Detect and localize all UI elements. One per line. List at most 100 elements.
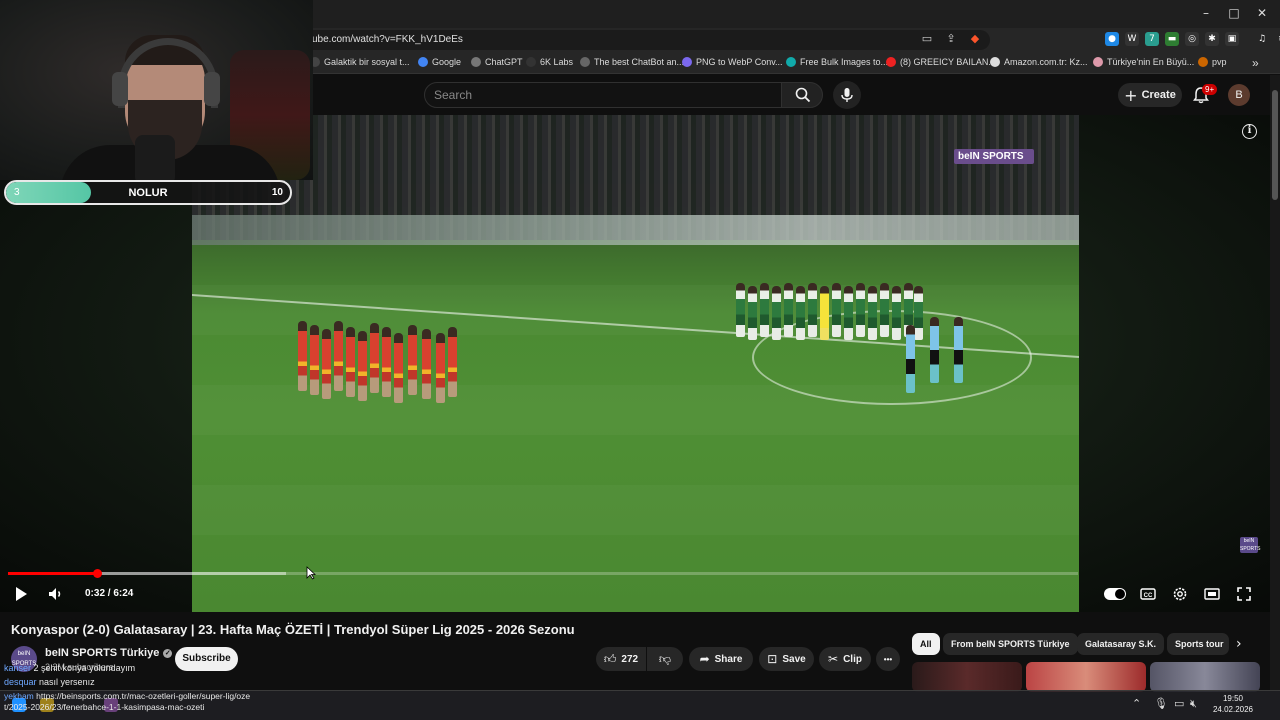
- bookmark-item[interactable]: Google: [418, 57, 461, 67]
- browser-menu-icon[interactable]: ≡: [1275, 32, 1280, 46]
- clip-label: Clip: [843, 653, 862, 665]
- bookmark-item[interactable]: Galaktik bir sosyal t...: [310, 57, 410, 67]
- referee-figure: [906, 325, 915, 393]
- channel-watermark[interactable]: beIN SPORTS: [1240, 537, 1260, 553]
- scrollbar-thumb[interactable]: [1272, 90, 1278, 200]
- bookmark-favicon-icon: [580, 57, 590, 67]
- progress-played: [8, 572, 97, 575]
- player-figure: [880, 283, 889, 337]
- bookmark-label: Galaktik bir sosyal t...: [324, 57, 410, 67]
- player-figure: [832, 283, 841, 337]
- bookmark-item[interactable]: The best ChatBot an...: [580, 57, 684, 67]
- more-actions-button[interactable]: •••: [876, 647, 900, 671]
- bookmark-item[interactable]: Amazon.com.tr: Kz...: [990, 57, 1088, 67]
- screen: { "browser": { "url": "ube.com/watch?v=F…: [0, 0, 1280, 720]
- extension-icon[interactable]: 7: [1145, 32, 1159, 46]
- player-figure: [334, 321, 343, 391]
- bookmark-label: Amazon.com.tr: Kz...: [1004, 57, 1088, 67]
- close-window-button[interactable]: ✕: [1252, 6, 1272, 22]
- progress-scrubber-handle[interactable]: [92, 569, 102, 578]
- maximize-button[interactable]: □: [1224, 6, 1244, 22]
- referee-figure: [954, 317, 963, 383]
- bookmark-item[interactable]: PNG to WebP Conv...: [682, 57, 783, 67]
- settings-gear-icon[interactable]: [1171, 585, 1189, 603]
- recommended-video-thumbnail[interactable]: [1150, 662, 1260, 692]
- play-icon[interactable]: [12, 585, 30, 603]
- search-input[interactable]: [424, 82, 782, 108]
- chip-from-channel[interactable]: From beIN SPORTS Türkiye: [943, 633, 1078, 655]
- player-figure: [736, 283, 745, 337]
- bookmark-item[interactable]: (8) GREEICY BAILAN...: [886, 57, 996, 67]
- media-icon[interactable]: ♫: [1255, 32, 1269, 46]
- tray-chevron-up-icon[interactable]: ⌃: [1132, 697, 1141, 710]
- taskbar-clock[interactable]: 19:50 24.02.2026: [1212, 693, 1254, 715]
- bookmark-label: Free Bulk Images to...: [800, 57, 889, 67]
- bookmark-item[interactable]: 6K Labs: [526, 57, 573, 67]
- headphone-cup: [204, 72, 220, 106]
- thumbs-up-icon: 👍︎: [603, 651, 617, 666]
- tray-network-icon[interactable]: ▭: [1174, 697, 1184, 710]
- bookmark-item[interactable]: ChatGPT: [471, 57, 523, 67]
- extension-icon[interactable]: ●: [1105, 32, 1119, 46]
- extension-icon[interactable]: ◎: [1185, 32, 1199, 46]
- cast-icon[interactable]: ▭: [920, 32, 934, 46]
- player-figure: [382, 327, 391, 397]
- recommended-video-thumbnail[interactable]: [912, 662, 1022, 692]
- minimize-button[interactable]: –: [1196, 6, 1216, 22]
- like-button[interactable]: 👍︎ 272: [596, 647, 646, 671]
- bookmark-label: PNG to WebP Conv...: [696, 57, 783, 67]
- search-button[interactable]: [781, 82, 823, 108]
- autoplay-toggle[interactable]: [1104, 588, 1126, 600]
- channel-name-text: beIN SPORTS Türkiye: [45, 647, 160, 659]
- bookmark-favicon-icon: [418, 57, 428, 67]
- tray-mic-icon[interactable]: 🎙︎: [1154, 697, 1168, 710]
- info-icon[interactable]: i: [1242, 124, 1257, 139]
- chip-sports-tour[interactable]: Sports tour: [1167, 633, 1229, 655]
- chat-text: https://beinsports.com.tr/mac-ozetleri-g…: [4, 691, 251, 712]
- address-bar-url[interactable]: ube.com/watch?v=FKK_hV1DeEs: [312, 34, 463, 45]
- notification-count-badge: 9+: [1202, 84, 1218, 95]
- sidebar-icon[interactable]: ▣: [1225, 32, 1239, 46]
- volume-icon[interactable]: [46, 585, 64, 603]
- bookmarks-overflow-icon[interactable]: »: [1252, 56, 1259, 70]
- player-figure: [346, 327, 355, 397]
- fullscreen-icon[interactable]: [1235, 585, 1253, 603]
- theater-mode-icon[interactable]: [1203, 585, 1221, 603]
- verified-icon: ✓: [163, 648, 173, 658]
- share-page-icon[interactable]: ⇪: [944, 32, 958, 46]
- video-title: Konyaspor (2-0) Galatasaray | 23. Hafta …: [11, 622, 575, 637]
- recommended-video-thumbnail[interactable]: [1026, 662, 1146, 692]
- extension-icon[interactable]: W: [1125, 32, 1139, 46]
- account-avatar[interactable]: B: [1228, 84, 1250, 106]
- subtitles-icon[interactable]: CC: [1139, 585, 1157, 603]
- player-figure: [748, 286, 757, 340]
- chat-username: yekham: [4, 691, 34, 701]
- bookmark-item[interactable]: Free Bulk Images to...: [786, 57, 888, 67]
- video-player[interactable]: [192, 115, 1079, 612]
- player-figure: [796, 286, 805, 340]
- poll-title: NOLUR: [128, 187, 168, 199]
- bookmark-item[interactable]: pvp: [1198, 57, 1227, 67]
- tray-volume-muted-icon[interactable]: 🔇︎: [1190, 697, 1197, 711]
- brave-shield-icon[interactable]: ◆: [968, 32, 982, 46]
- create-button[interactable]: + Create: [1118, 83, 1182, 107]
- player-figure: [820, 286, 829, 340]
- extension-icon[interactable]: ▬: [1165, 32, 1179, 46]
- dislike-button[interactable]: 👎︎: [647, 647, 683, 671]
- bookmark-item[interactable]: Türkiye'nin En Büyü...: [1093, 57, 1194, 67]
- player-figure: [394, 333, 403, 403]
- channel-name[interactable]: beIN SPORTS Türkiye ✓: [45, 647, 173, 659]
- extensions-puzzle-icon[interactable]: ✱: [1205, 32, 1219, 46]
- bookmark-favicon-icon: [1093, 57, 1103, 67]
- chip-all[interactable]: All: [912, 633, 940, 655]
- save-button[interactable]: ⊡ Save: [759, 647, 814, 671]
- bookmark-icon: ⊡: [767, 652, 778, 666]
- share-button[interactable]: ➦ Share: [689, 647, 753, 671]
- player-figure: [370, 323, 379, 393]
- chevron-right-icon[interactable]: ›: [1236, 636, 1242, 652]
- chip-galatasaray[interactable]: Galatasaray S.K.: [1077, 633, 1165, 655]
- player-figure: [856, 283, 865, 337]
- voice-search-button[interactable]: [833, 81, 861, 109]
- headphone-cup: [112, 72, 128, 106]
- clip-button[interactable]: ✂ Clip: [819, 647, 871, 671]
